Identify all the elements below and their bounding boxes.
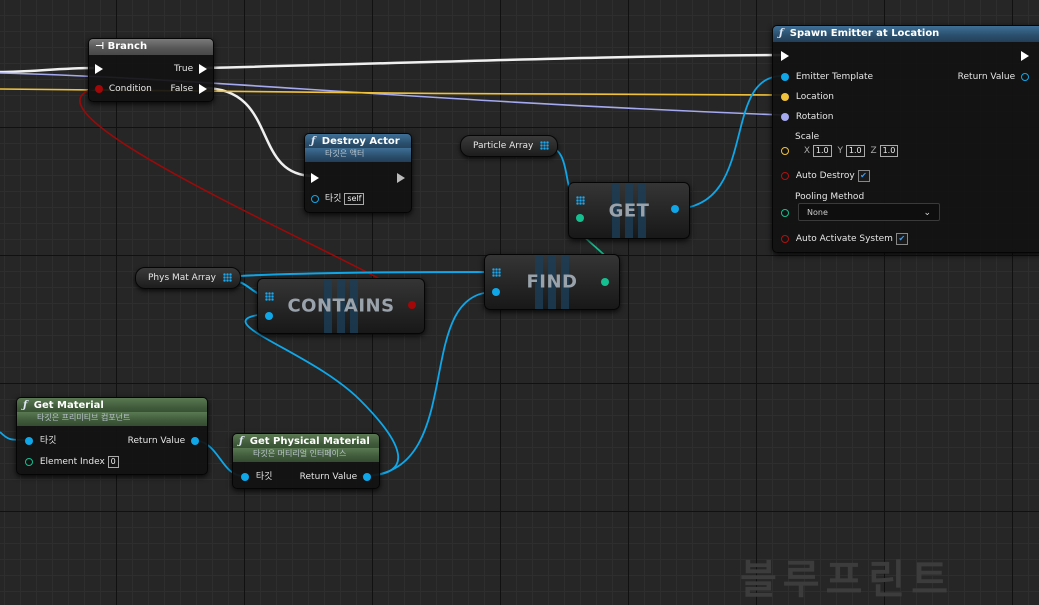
spawn-exec-in-pin[interactable] [781,50,789,61]
get-physical-material-target-pin[interactable] [241,472,249,481]
true-label: True [174,64,194,74]
branch-icon: ⊣ [95,41,105,52]
find-node[interactable]: FIND [484,254,620,310]
array-grid-icon[interactable] [540,141,550,150]
blueprint-watermark: 블루프린트 [740,557,954,603]
pooling-method-label: Pooling Method [795,192,865,202]
branch-header[interactable]: ⊣ Branch [89,39,213,55]
destroy-exec-in-pin[interactable] [311,172,319,183]
condition-pin[interactable] [95,84,103,93]
get-index-pin[interactable] [576,214,584,222]
function-icon: ƒ [239,436,244,447]
scale-x-label: X [803,146,811,156]
find-array-pin[interactable] [492,268,501,277]
emitter-template-label: Emitter Template [795,72,874,82]
spawn-emitter-node[interactable]: ƒ Spawn Emitter at Location Emitter Temp… [772,25,1039,253]
element-index-label: Element Index [39,457,105,467]
get-array-pin[interactable] [576,196,585,205]
branch-title: Branch [107,41,148,52]
scale-pin[interactable] [781,146,789,155]
get-physical-material-title: Get Physical Material [249,436,370,447]
false-label: False [170,84,194,94]
particle-array-variable[interactable]: Particle Array [460,135,559,157]
spawn-exec-out-pin[interactable] [1021,50,1029,61]
exec-in-pin[interactable] [95,63,103,74]
get-material-subtitle: 타깃은 프리미티브 컴포넌트 [37,413,131,422]
contains-output-pin[interactable] [408,301,416,309]
spawn-return-label: Return Value [957,72,1016,82]
rotation-pin[interactable] [781,112,789,121]
get-material-target-label: 타깃 [39,436,57,446]
auto-activate-pin[interactable] [781,234,789,243]
chevron-down-icon: ⌄ [923,208,931,218]
function-icon: ƒ [23,400,28,411]
auto-destroy-label: Auto Destroy [795,171,855,181]
destroy-actor-subtitle: 타깃은 액터 [325,149,365,158]
get-physical-material-return-pin[interactable] [363,472,371,481]
auto-destroy-pin[interactable] [781,171,789,180]
auto-activate-checkbox[interactable]: ✔ [895,232,908,245]
get-material-return-label: Return Value [127,436,186,446]
find-output-pin[interactable] [601,278,609,286]
phys-array-wire-find [221,271,497,278]
destroy-actor-node[interactable]: ƒ Destroy Actor 타깃은 액터 타깃 self [304,133,412,213]
scale-y-field[interactable]: 1.0 [845,144,865,157]
exec-wire-true-spawn [202,53,783,70]
function-icon: ƒ [311,136,316,147]
emitter-template-pin[interactable] [781,72,789,81]
element-index-field[interactable]: 0 [107,455,119,468]
scale-y-label: Y [837,146,844,156]
scale-label: Scale [795,132,820,142]
pooling-method-value: None [807,208,828,217]
contains-array-pin[interactable] [265,292,274,301]
array-grid-icon[interactable] [222,273,232,282]
condition-label: Condition [108,84,152,94]
true-exec-pin[interactable] [199,63,207,74]
scale-z-field[interactable]: 1.0 [879,144,899,157]
auto-activate-label: Auto Activate System [795,234,893,244]
spawn-return-pin[interactable] [1021,72,1029,81]
location-label: Location [795,92,834,102]
get-material-title: Get Material [33,400,104,411]
get-output-pin[interactable] [671,205,679,213]
get-physical-material-return-label: Return Value [299,472,358,482]
location-pin[interactable] [781,92,789,101]
spawn-emitter-header[interactable]: ƒ Spawn Emitter at Location [773,26,1039,42]
auto-destroy-checkbox[interactable]: ✔ [857,169,870,182]
get-physical-material-subtitle: 타깃은 머티리얼 인터페이스 [253,449,347,458]
exec-wire-false-destroy [202,86,315,178]
phys-mat-array-label: Phys Mat Array [148,273,216,283]
pooling-method-dropdown[interactable]: None ⌄ [798,203,940,221]
get-physical-material-node[interactable]: ƒ Get Physical Material 타깃은 머티리얼 인터페이스 타… [232,433,380,489]
contains-title: CONTAINS [287,295,395,317]
destroy-target-label: 타깃 [324,194,342,204]
get-material-node[interactable]: ƒ Get Material 타깃은 프리미티브 컴포넌트 타깃 Return … [16,397,208,475]
exec-wire-in [0,66,95,74]
destroy-target-value[interactable]: self [344,192,365,205]
destroy-target-pin[interactable] [311,194,319,203]
phys-mat-array-variable[interactable]: Phys Mat Array [135,267,241,289]
scale-z-label: Z [870,146,877,156]
destroy-exec-out-pin[interactable] [397,172,405,183]
find-title: FIND [526,271,578,293]
contains-node[interactable]: CONTAINS [257,278,425,334]
false-exec-pin[interactable] [199,83,207,94]
function-icon: ƒ [779,28,784,39]
element-index-pin[interactable] [25,457,33,466]
pooling-method-pin[interactable] [781,208,789,217]
destroy-actor-title: Destroy Actor [321,136,400,147]
get-node[interactable]: GET [568,182,690,239]
rotation-label: Rotation [795,112,834,122]
branch-node[interactable]: ⊣ Branch True Condition False [88,38,214,102]
scale-x-field[interactable]: 1.0 [812,144,832,157]
get-material-return-pin[interactable] [191,436,199,445]
particle-array-label: Particle Array [473,141,534,151]
find-item-pin[interactable] [492,288,500,296]
get-physical-material-target-label: 타깃 [255,472,273,482]
spawn-emitter-title: Spawn Emitter at Location [789,28,940,39]
contains-item-pin[interactable] [265,312,273,320]
get-material-target-pin[interactable] [25,436,33,445]
